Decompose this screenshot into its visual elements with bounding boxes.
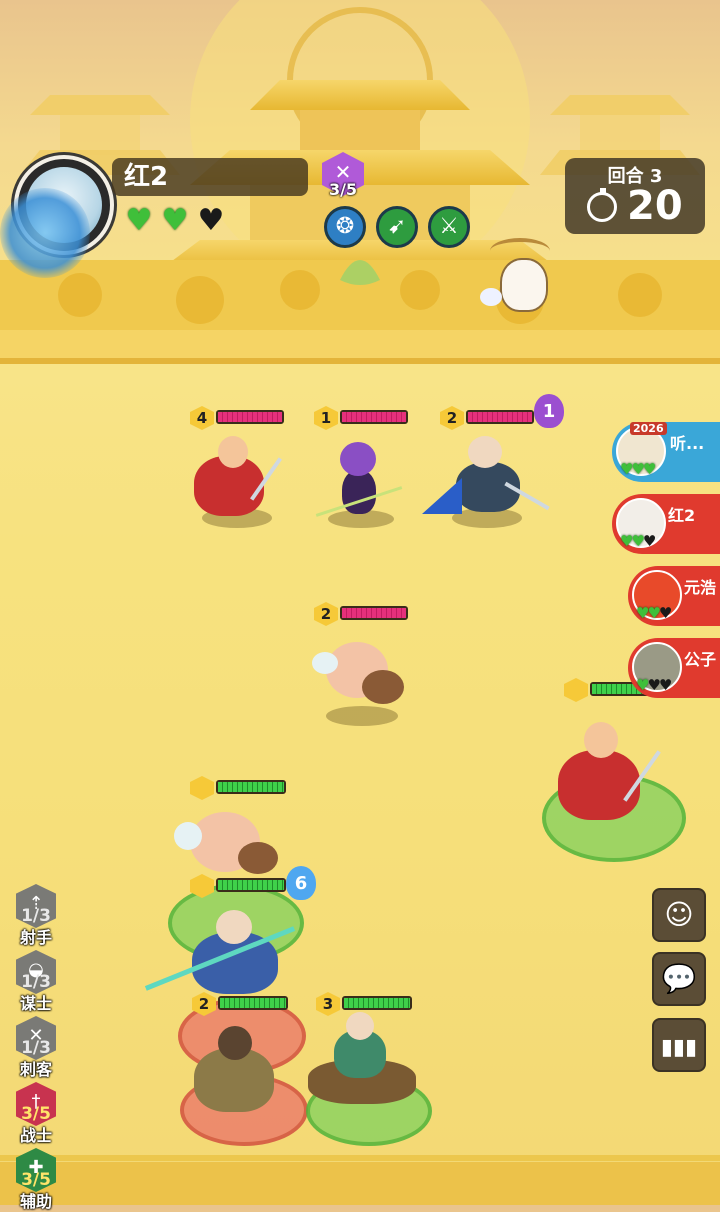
star-level-badge: 4 bbox=[190, 406, 214, 430]
mana-orb-icon: 1 bbox=[534, 394, 564, 428]
enemy-hp-bar bbox=[340, 410, 408, 424]
enemy-hp-bar bbox=[340, 606, 408, 620]
chat-icon: 💬 bbox=[661, 962, 697, 995]
enemy-hp-bar bbox=[216, 410, 284, 424]
emote-button[interactable]: ☺ bbox=[652, 888, 706, 942]
sword-skill-icon[interactable]: ⚔ bbox=[428, 206, 470, 248]
player-hearts: ♥ ♥ ♥ bbox=[122, 206, 228, 236]
emote-icon: ☺ bbox=[664, 898, 694, 931]
ally-unit-general[interactable]: 2 bbox=[172, 990, 308, 1150]
star-level-badge: 2 bbox=[440, 406, 464, 430]
synergy-strategist[interactable]: ◒ 1/3 谋士 bbox=[14, 950, 58, 1014]
heart-empty-icon: ♥ bbox=[197, 203, 225, 238]
ally-hp-bar bbox=[342, 996, 412, 1010]
player-card[interactable]: 红2 ♥♥♥ bbox=[612, 494, 720, 554]
class-count: 3/5 bbox=[328, 180, 358, 199]
player-name: 元浩 bbox=[684, 578, 717, 597]
star-level-badge bbox=[190, 776, 214, 800]
player-badge: 2026 bbox=[630, 422, 667, 435]
enemy-unit-assassin[interactable]: 1 bbox=[312, 404, 422, 534]
player-name: 红2 bbox=[668, 506, 696, 525]
player-hearts: ♥♥♥ bbox=[636, 676, 672, 694]
enemy-unit-warrior[interactable]: 4 bbox=[188, 404, 298, 534]
round-timer-panel: 回合 3 20 bbox=[565, 158, 705, 234]
stopwatch-icon bbox=[587, 188, 617, 222]
player-name: 听... bbox=[670, 434, 705, 453]
beast-skill-icon[interactable]: ❂ bbox=[324, 206, 366, 248]
enemy-unit-support[interactable]: 2 bbox=[312, 600, 422, 730]
synergy-warrior[interactable]: † 3/5 战士 bbox=[14, 1082, 58, 1146]
board-border bbox=[0, 1155, 720, 1161]
enemy-unit-spearman[interactable]: 2 1 bbox=[422, 394, 564, 534]
ally-unit-sage[interactable]: 3 bbox=[300, 990, 432, 1150]
synergy-assassin[interactable]: ✕ 1/3 刺客 bbox=[14, 1016, 58, 1080]
player-card[interactable]: 元浩 ♥♥♥ bbox=[628, 566, 720, 626]
stats-button[interactable]: ▮▮▮ bbox=[652, 1018, 706, 1072]
synergy-support[interactable]: ✚ 3/5 辅助 bbox=[14, 1148, 58, 1212]
pet-companion[interactable] bbox=[480, 238, 560, 328]
ally-hp-bar bbox=[218, 996, 288, 1010]
ally-unit-warrior[interactable] bbox=[540, 676, 686, 862]
chat-button[interactable]: 💬 bbox=[652, 952, 706, 1006]
run-skill-icon[interactable]: ➹ bbox=[376, 206, 418, 248]
timer-value: 20 bbox=[627, 183, 683, 229]
heart-icon: ♥ bbox=[161, 203, 189, 238]
mana-orb-icon: 6 bbox=[286, 866, 316, 900]
player-hearts: ♥♥♥ bbox=[620, 460, 656, 478]
star-level-badge: 3 bbox=[316, 992, 340, 1016]
avatar-glow-effect bbox=[0, 188, 90, 278]
board-bottom-edge bbox=[0, 1162, 720, 1205]
player-card[interactable]: 2026 听... ♥♥♥ bbox=[612, 422, 720, 482]
heart-icon: ♥ bbox=[125, 203, 153, 238]
stats-icon: ▮▮▮ bbox=[660, 1035, 698, 1060]
player-name: 红2 bbox=[112, 158, 308, 196]
ally-hp-bar bbox=[216, 878, 286, 892]
player-name: 公子 bbox=[684, 650, 717, 669]
synergy-archer[interactable]: ⇡ 1/3 射手 bbox=[14, 884, 58, 948]
star-level-badge bbox=[564, 678, 588, 702]
ally-hp-bar bbox=[216, 780, 286, 794]
player-hearts: ♥♥♥ bbox=[636, 604, 672, 622]
player-card[interactable]: 公子 ♥♥♥ bbox=[628, 638, 720, 698]
star-level-badge: 2 bbox=[314, 602, 338, 626]
enemy-hp-bar bbox=[466, 410, 534, 424]
star-level-badge: 1 bbox=[314, 406, 338, 430]
player-hearts: ♥♥♥ bbox=[620, 532, 656, 550]
